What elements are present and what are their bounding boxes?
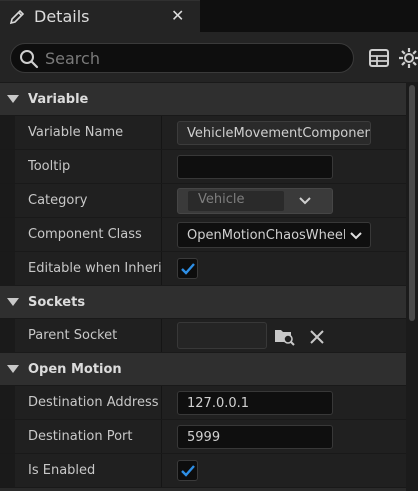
- search-box[interactable]: [10, 43, 354, 73]
- search-input[interactable]: [45, 47, 345, 69]
- destination-port-label: Destination Port: [28, 429, 133, 444]
- row-is-enabled: Is Enabled: [0, 453, 406, 487]
- section-open-motion[interactable]: Open Motion: [0, 352, 406, 385]
- settings-gear-icon[interactable]: [398, 47, 418, 69]
- editable-when-inherited-label: Editable when Inherited: [28, 261, 162, 276]
- tab-bar: Details ✕: [0, 0, 418, 32]
- row-destination-port: Destination Port 5999: [0, 419, 406, 453]
- row-destination-address: Destination Address 127.0.0.1: [0, 385, 406, 419]
- scrollbar-thumb[interactable]: [409, 85, 415, 321]
- tooltip-label: Tooltip: [28, 159, 71, 174]
- row-parent-socket: Parent Socket: [0, 318, 406, 352]
- row-editable-when-inherited: Editable when Inherited: [0, 251, 406, 285]
- close-icon[interactable]: ✕: [171, 6, 184, 25]
- parent-socket-field[interactable]: [177, 322, 267, 349]
- editable-when-inherited-checkbox[interactable]: [177, 258, 198, 279]
- section-variable[interactable]: Variable: [0, 82, 406, 115]
- browse-socket-icon[interactable]: [274, 327, 296, 347]
- pencil-icon: [9, 9, 25, 25]
- table-view-icon[interactable]: [368, 47, 390, 69]
- search-icon: [20, 50, 39, 69]
- row-category: Category Vehicle: [0, 183, 406, 217]
- destination-port-field[interactable]: 5999: [177, 425, 333, 449]
- collapse-caret-icon[interactable]: [7, 95, 19, 103]
- component-class-combo[interactable]: OpenMotionChaosWheeledVehicleMovementCom…: [177, 222, 371, 248]
- destination-address-label: Destination Address: [28, 395, 159, 410]
- vertical-scrollbar[interactable]: [406, 82, 418, 491]
- clear-icon[interactable]: [309, 329, 325, 345]
- section-title: Variable: [28, 92, 89, 107]
- variable-name-field[interactable]: VehicleMovementComponent: [177, 121, 371, 145]
- chevron-down-icon: [350, 232, 362, 240]
- checkmark-icon: [181, 263, 195, 275]
- is-enabled-label: Is Enabled: [28, 463, 96, 478]
- category-combo[interactable]: Vehicle: [177, 188, 333, 214]
- component-class-label: Component Class: [28, 227, 142, 242]
- row-component-class: Component Class OpenMotionChaosWheeledVe…: [0, 217, 406, 251]
- section-sockets[interactable]: Sockets: [0, 285, 406, 318]
- next-section-edge: [0, 487, 406, 491]
- section-title: Open Motion: [28, 362, 122, 377]
- search-row: [0, 32, 418, 82]
- row-tooltip: Tooltip: [0, 149, 406, 183]
- details-property-grid: Variable Variable Name VehicleMovementCo…: [0, 82, 406, 491]
- tab-title: Details: [34, 7, 90, 26]
- category-value: Vehicle: [188, 191, 284, 211]
- category-label: Category: [28, 193, 88, 208]
- collapse-caret-icon[interactable]: [7, 365, 19, 373]
- collapse-caret-icon[interactable]: [7, 298, 19, 306]
- row-variable-name: Variable Name VehicleMovementComponent: [0, 115, 406, 149]
- chevron-down-icon: [299, 197, 311, 205]
- is-enabled-checkbox[interactable]: [177, 460, 198, 481]
- details-tab[interactable]: Details ✕: [0, 0, 200, 32]
- component-class-value: OpenMotionChaosWheeledVehicleMovementCom…: [187, 228, 345, 243]
- destination-address-field[interactable]: 127.0.0.1: [177, 391, 333, 415]
- variable-name-label: Variable Name: [28, 125, 124, 140]
- checkmark-icon: [181, 465, 195, 477]
- parent-socket-label: Parent Socket: [28, 328, 118, 343]
- tooltip-field[interactable]: [177, 155, 333, 179]
- section-title: Sockets: [28, 295, 86, 310]
